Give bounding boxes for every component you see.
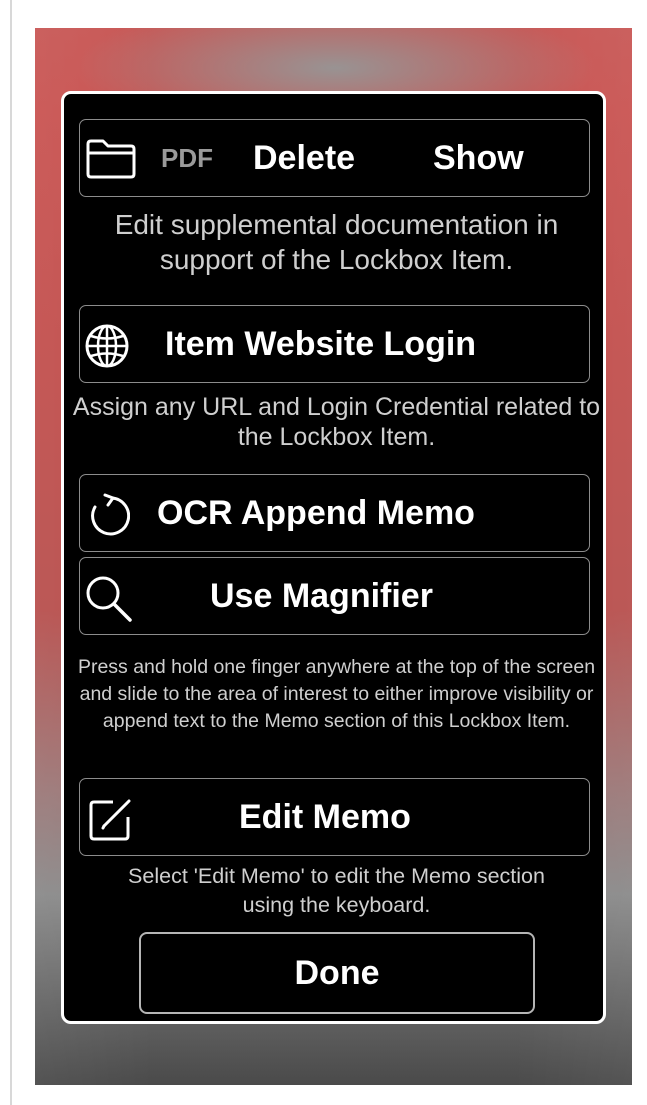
pdf-button[interactable]: PDF — [161, 120, 213, 196]
edit-memo-description: Select 'Edit Memo' to edit the Memo sect… — [128, 864, 545, 917]
attachments-row: PDF Delete Show — [79, 119, 590, 197]
folder-icon[interactable] — [85, 138, 137, 180]
magnifier-icon — [86, 576, 132, 622]
edit-icon — [89, 799, 131, 841]
show-button[interactable]: Show — [433, 120, 524, 196]
frame-edge — [10, 0, 12, 1105]
lockbox-item-options-dialog: PDF Delete Show Edit supplemental docume… — [61, 91, 606, 1024]
refresh-icon — [91, 493, 130, 536]
ocr-append-memo-button[interactable]: OCR Append Memo — [79, 474, 590, 552]
edit-memo-label: Edit Memo — [239, 797, 411, 836]
use-magnifier-button[interactable]: Use Magnifier — [79, 557, 590, 635]
done-button[interactable]: Done — [139, 932, 535, 1014]
globe-icon — [85, 324, 129, 368]
website-login-description: Assign any URL and Login Credential rela… — [72, 393, 601, 451]
delete-button[interactable]: Delete — [253, 120, 355, 196]
magnifier-description: Press and hold one finger anywhere at th… — [77, 656, 596, 732]
ocr-append-memo-label: OCR Append Memo — [157, 493, 475, 532]
use-magnifier-label: Use Magnifier — [210, 576, 433, 615]
item-website-login-label: Item Website Login — [165, 324, 477, 363]
screenshot-frame: PDF Delete Show Edit supplemental docume… — [0, 0, 647, 1105]
item-website-login-button[interactable]: Item Website Login — [79, 305, 590, 383]
attachments-description: Edit supplemental documentation in suppo… — [114, 209, 559, 275]
edit-memo-button[interactable]: Edit Memo — [79, 778, 590, 856]
